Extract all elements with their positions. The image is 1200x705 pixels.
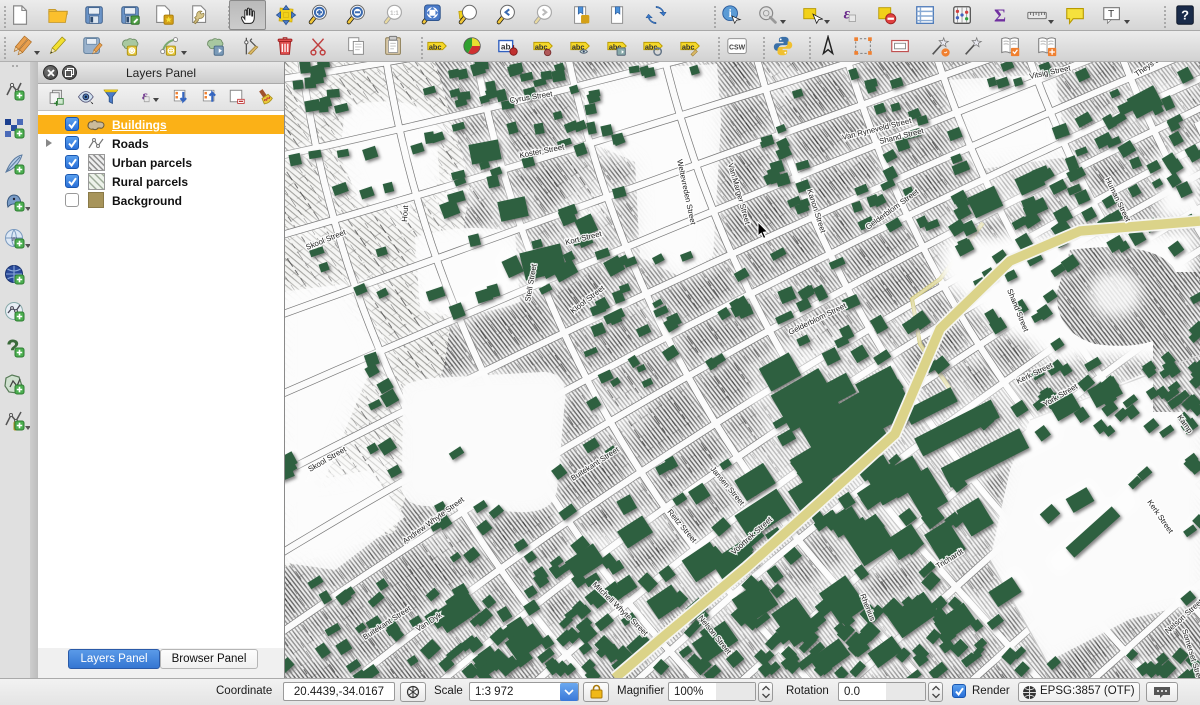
svg-text:i: i (729, 8, 732, 20)
svg-text:Σ: Σ (994, 5, 1006, 25)
svg-text:abc: abc (429, 42, 442, 51)
svg-text:abc: abc (682, 42, 695, 51)
svg-text:1:1: 1:1 (390, 11, 399, 17)
svg-text:?: ? (1181, 8, 1189, 23)
svg-text:abc: abc (645, 42, 658, 51)
svg-text:T: T (1108, 9, 1114, 20)
svg-text:CSW: CSW (729, 44, 746, 51)
svg-text:Hout: Hout (400, 204, 410, 222)
svg-text:ab: ab (501, 42, 511, 51)
